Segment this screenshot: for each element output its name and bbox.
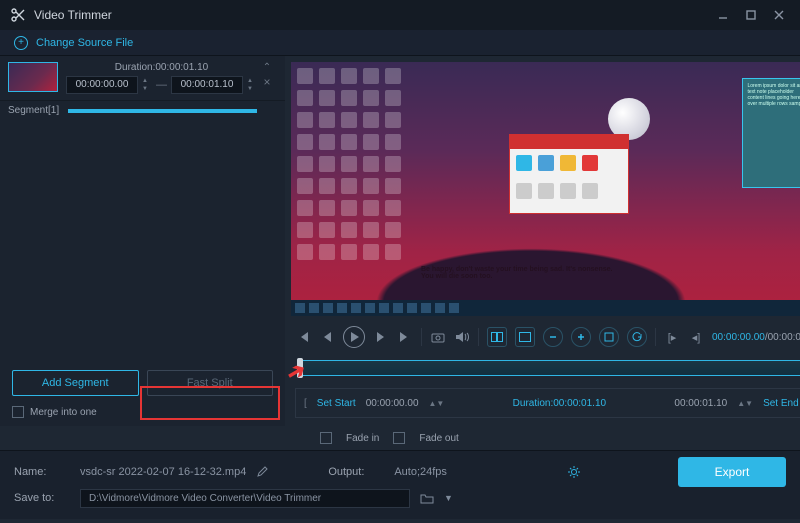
caret-up-icon[interactable]: ▲	[142, 78, 152, 84]
fast-split-label: Fast Split	[187, 377, 233, 389]
bracket-out-icon[interactable]: ◂]	[688, 329, 704, 345]
remove-segment-icon[interactable]: ×	[263, 75, 270, 89]
left-panel: Duration:00:00:01.10 00:00:00.00 ▲ ▼ — 00…	[0, 56, 285, 426]
gear-icon[interactable]	[567, 465, 581, 479]
preview-caption: Be happy, don't waste your time being sa…	[421, 266, 612, 280]
taskbar-graphic	[291, 300, 800, 316]
segment-label: Segment[1]	[8, 105, 68, 116]
maximize-button[interactable]	[740, 4, 762, 26]
segment-thumbnail[interactable]	[8, 62, 58, 92]
range-duration: Duration:00:00:01.10	[454, 398, 664, 409]
change-source-label: Change Source File	[36, 37, 133, 49]
bracket-open-icon: [	[304, 398, 307, 409]
window-controls	[712, 4, 790, 26]
bracket-in-icon[interactable]: [▸	[664, 329, 680, 345]
close-button[interactable]	[768, 4, 790, 26]
divider	[421, 328, 422, 346]
export-button[interactable]: Export	[678, 457, 786, 487]
add-segment-button[interactable]: Add Segment	[12, 370, 139, 396]
output-label: Output:	[328, 466, 384, 478]
plus-circle-icon: +	[14, 36, 28, 50]
collapse-icon[interactable]: ⌃	[263, 62, 271, 73]
playback-controls: [▸ ◂] 00:00:00.00/00:00:01.10	[285, 322, 800, 352]
segment-end-input[interactable]: 00:00:01.10	[171, 76, 243, 94]
fade-row: Fade in Fade out	[0, 426, 800, 450]
snapshot-icon[interactable]	[430, 329, 446, 345]
split-view-icon[interactable]	[487, 327, 507, 347]
scissors-icon	[10, 7, 26, 23]
step-back-icon[interactable]	[319, 329, 335, 345]
fast-split-button[interactable]: Fast Split	[147, 370, 274, 396]
titlebar: Video Trimmer	[0, 0, 800, 30]
file-name: vsdc-sr 2022-02-07 16-12-32.mp4	[80, 466, 246, 478]
dash-separator: —	[156, 79, 167, 91]
zoom-in-icon[interactable]	[571, 327, 591, 347]
desktop-icons-graphic	[297, 68, 401, 260]
volume-icon[interactable]	[454, 329, 470, 345]
divider	[478, 328, 479, 346]
play-button[interactable]	[343, 326, 365, 348]
skip-start-icon[interactable]	[295, 329, 311, 345]
save-to-label: Save to:	[14, 492, 70, 504]
zoom-out-icon[interactable]	[543, 327, 563, 347]
segment-start-input[interactable]: 00:00:00.00	[66, 76, 138, 94]
browse-folder-icon[interactable]	[420, 492, 434, 504]
spinner-icon[interactable]: ▲▼	[429, 399, 445, 408]
output-value: Auto;24fps	[394, 466, 447, 478]
minimize-button[interactable]	[712, 4, 734, 26]
app-title: Video Trimmer	[34, 8, 712, 22]
segment-duration-label: Duration:00:00:01.10	[66, 62, 257, 73]
footer: Name: vsdc-sr 2022-02-07 16-12-32.mp4 Ou…	[0, 450, 800, 519]
dropdown-icon[interactable]: ▼	[444, 493, 453, 503]
time-display: 00:00:00.00/00:00:01.10	[712, 332, 800, 343]
edit-name-icon[interactable]	[256, 466, 268, 478]
segment-progress-bar[interactable]	[68, 109, 257, 113]
fade-out-label: Fade out	[419, 433, 458, 444]
sticky-note-graphic: Lorem ipsum dolor sit amet text note pla…	[742, 78, 800, 188]
step-forward-icon[interactable]	[373, 329, 389, 345]
fit-icon[interactable]	[599, 327, 619, 347]
merge-label: Merge into one	[30, 407, 97, 418]
fade-out-checkbox[interactable]	[393, 432, 405, 444]
timeline-track[interactable]	[299, 360, 800, 376]
set-end-button[interactable]: Set End	[763, 398, 799, 409]
caret-down-icon[interactable]: ▼	[247, 86, 257, 92]
fade-in-label: Fade in	[346, 433, 379, 444]
range-bar: [ Set Start 00:00:00.00 ▲▼ Duration:00:0…	[295, 388, 800, 418]
mini-window-graphic	[509, 134, 629, 214]
merge-checkbox[interactable]	[12, 406, 24, 418]
skip-end-icon[interactable]	[397, 329, 413, 345]
range-end-time[interactable]: 00:00:01.10	[674, 398, 727, 409]
export-label: Export	[715, 465, 750, 479]
timeline[interactable]	[295, 356, 800, 382]
right-panel: Lorem ipsum dolor sit amet text note pla…	[285, 56, 800, 426]
save-path-field[interactable]: D:\Vidmore\Vidmore Video Converter\Video…	[80, 489, 410, 508]
set-start-button[interactable]: Set Start	[317, 398, 356, 409]
range-start-time[interactable]: 00:00:00.00	[366, 398, 419, 409]
video-preview[interactable]: Lorem ipsum dolor sit amet text note pla…	[291, 62, 800, 316]
name-label: Name:	[14, 466, 70, 478]
single-view-icon[interactable]	[515, 327, 535, 347]
fade-in-checkbox[interactable]	[320, 432, 332, 444]
caret-down-icon[interactable]: ▼	[142, 86, 152, 92]
divider	[655, 328, 656, 346]
spinner-icon[interactable]: ▲▼	[737, 399, 753, 408]
caret-up-icon[interactable]: ▲	[247, 78, 257, 84]
reset-icon[interactable]	[627, 327, 647, 347]
change-source-bar[interactable]: + Change Source File	[0, 30, 800, 56]
segment-row[interactable]: Duration:00:00:01.10 00:00:00.00 ▲ ▼ — 00…	[0, 56, 285, 101]
add-segment-label: Add Segment	[42, 377, 109, 389]
